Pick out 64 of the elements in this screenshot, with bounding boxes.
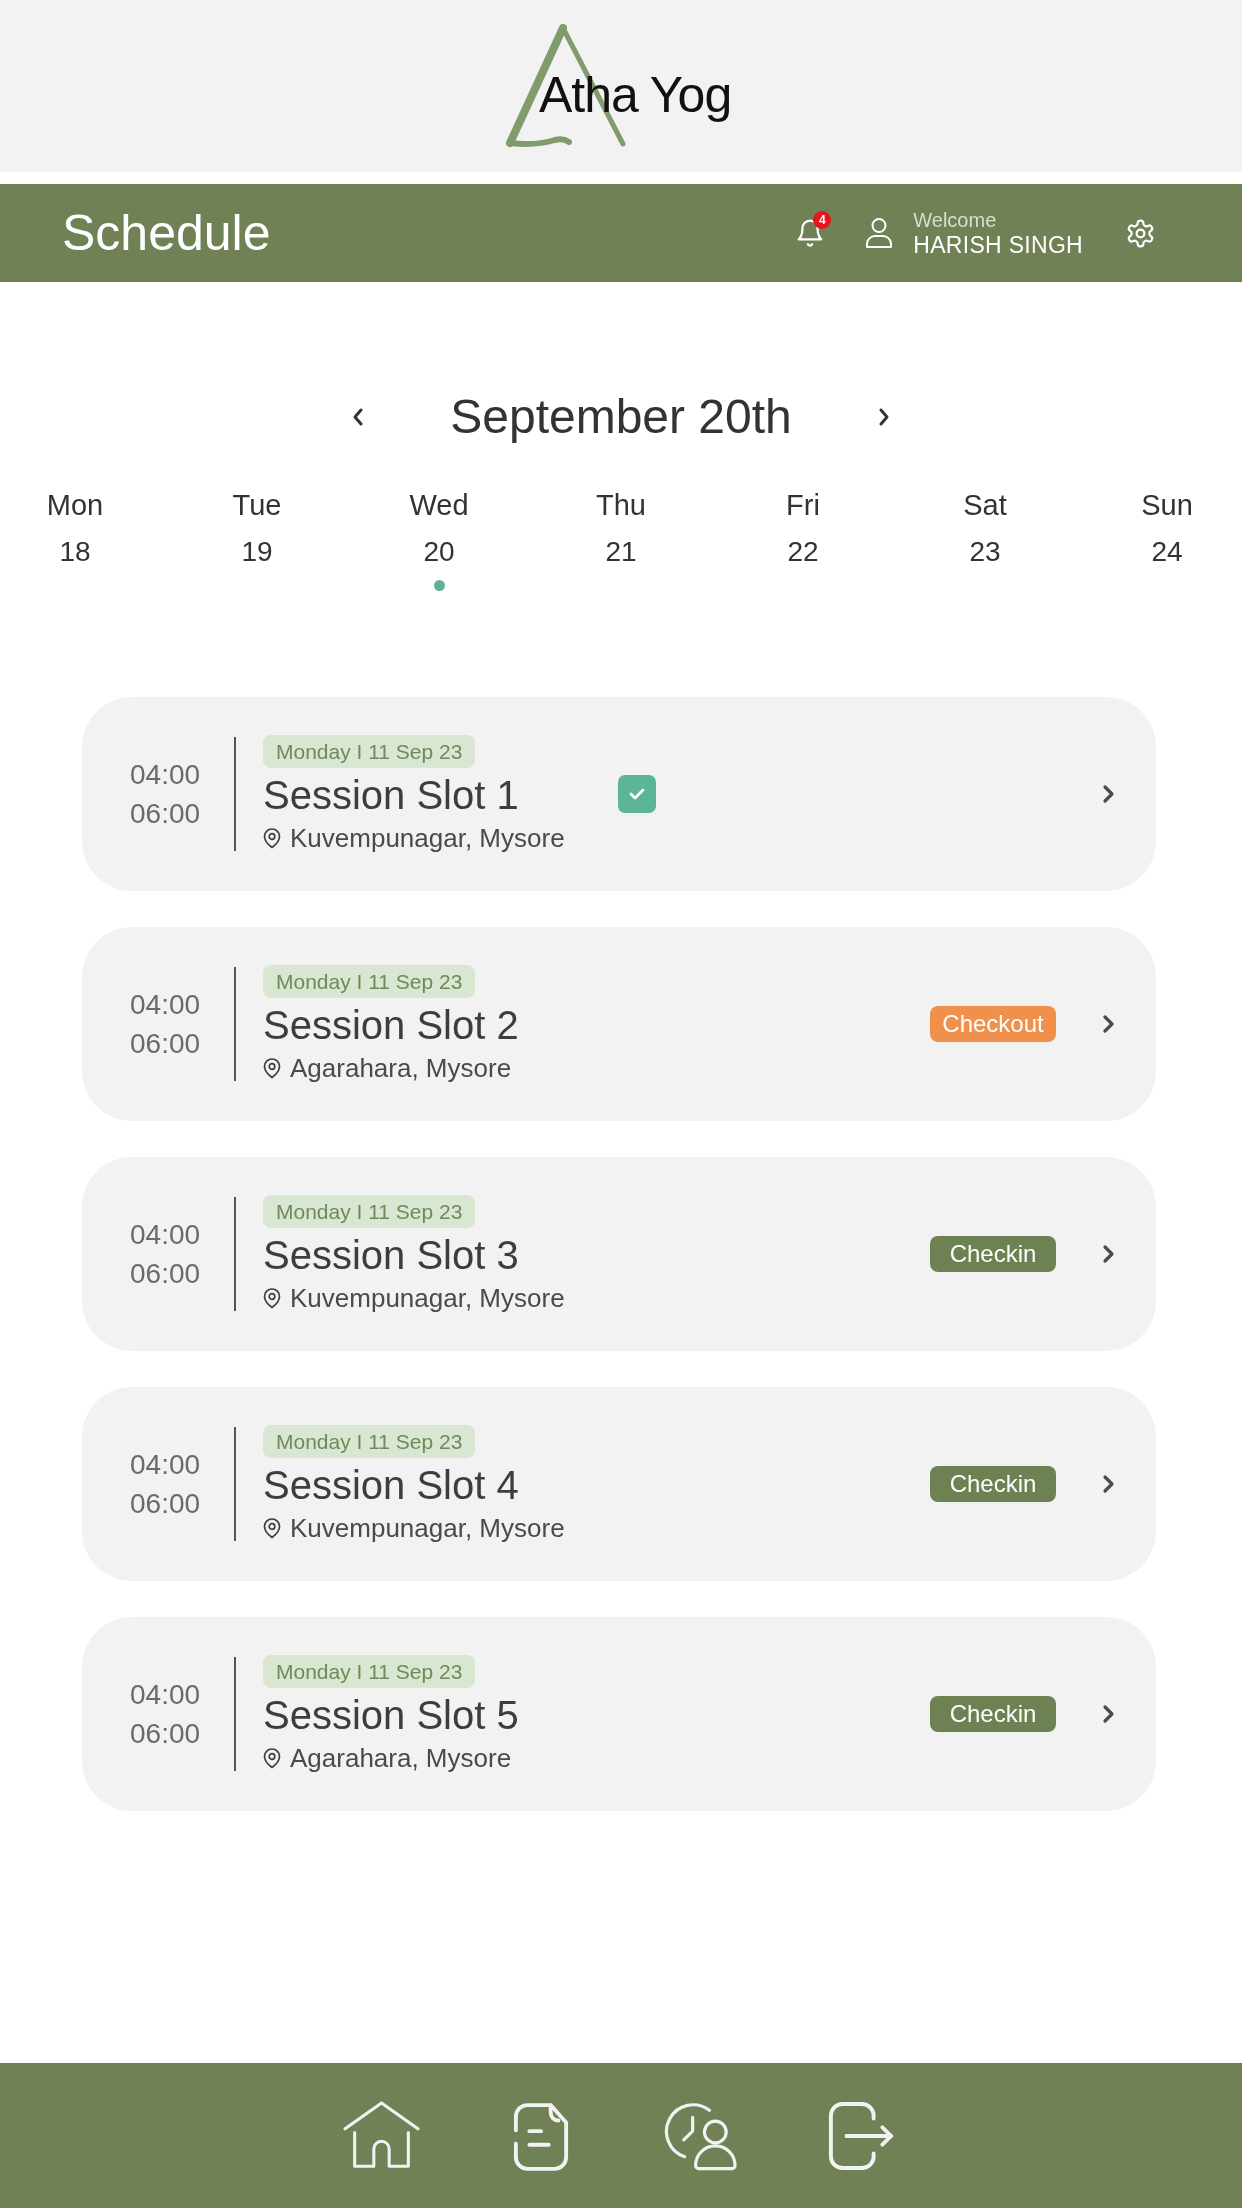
session-card[interactable]: 04:00 06:00 Monday I 11 Sep 23 Session Slot 3 Kuvempunagar, Mysore Checkin — [82, 1157, 1156, 1351]
session-title: Session Slot 3 — [263, 1233, 519, 1277]
start-time: 04:00 — [130, 1218, 202, 1252]
start-time: 04:00 — [130, 988, 202, 1022]
document-icon — [512, 2100, 570, 2171]
session-title: Session Slot 1 — [263, 773, 519, 817]
session-card[interactable]: 04:00 06:00 Monday I 11 Sep 23 Session Slot 5 Agarahara, Mysore Checkin — [82, 1617, 1156, 1811]
date-tag: Monday I 11 Sep 23 — [263, 1425, 476, 1458]
chevron-right-icon[interactable] — [1102, 1244, 1115, 1264]
location-pin-icon — [263, 1057, 281, 1079]
location-pin-icon — [263, 1747, 281, 1769]
action-button[interactable]: Checkin — [930, 1236, 1056, 1272]
day-button[interactable]: Thu 21 — [596, 487, 646, 570]
location-pin-icon — [263, 1517, 281, 1539]
session-title: Session Slot 2 — [263, 1003, 519, 1047]
action-button[interactable]: Checkin — [930, 1696, 1056, 1732]
date-tag: Monday I 11 Sep 23 — [263, 965, 476, 998]
notification-count: 4 — [813, 211, 832, 229]
day-button[interactable]: Wed 20 — [409, 487, 469, 570]
session-location: Agarahara, Mysore — [290, 1743, 512, 1773]
page-title: Schedule — [62, 208, 271, 258]
start-time: 04:00 — [130, 1448, 202, 1482]
user-icon[interactable] — [865, 217, 894, 249]
date-tag: Monday I 11 Sep 23 — [263, 1655, 476, 1688]
session-location: Kuvempunagar, Mysore — [290, 823, 565, 853]
day-button[interactable]: Tue 19 — [232, 487, 282, 570]
chevron-left-icon — [352, 407, 365, 427]
session-card[interactable]: 04:00 06:00 Monday I 11 Sep 23 Session Slot 1 Kuvempunagar, Mysore — [82, 697, 1156, 891]
date-tag: Monday I 11 Sep 23 — [263, 735, 476, 768]
chevron-right-icon[interactable] — [1102, 1474, 1115, 1494]
end-time: 06:00 — [130, 1487, 202, 1521]
date-tag: Monday I 11 Sep 23 — [263, 1195, 476, 1228]
day-button[interactable]: Mon 18 — [46, 487, 104, 570]
session-location: Agarahara, Mysore — [290, 1053, 512, 1083]
day-button[interactable]: Sun 24 — [1141, 487, 1193, 570]
date-title: September 20th — [450, 390, 792, 444]
chevron-right-icon — [877, 407, 890, 427]
start-time: 04:00 — [130, 758, 202, 792]
location-pin-icon — [263, 827, 281, 849]
chevron-right-icon[interactable] — [1102, 1014, 1115, 1034]
end-time: 06:00 — [130, 1027, 202, 1061]
day-button[interactable]: Sat 23 — [963, 487, 1007, 570]
session-location: Kuvempunagar, Mysore — [290, 1283, 565, 1313]
session-card[interactable]: 04:00 06:00 Monday I 11 Sep 23 Session Slot 4 Kuvempunagar, Mysore Checkin — [82, 1387, 1156, 1581]
session-card[interactable]: 04:00 06:00 Monday I 11 Sep 23 Session Slot 2 Agarahara, Mysore Checkout — [82, 927, 1156, 1121]
session-location: Kuvempunagar, Mysore — [290, 1513, 565, 1543]
user-name: HARISH SINGH — [913, 232, 1083, 258]
end-time: 06:00 — [130, 797, 202, 831]
settings-icon[interactable] — [1125, 217, 1156, 249]
location-pin-icon — [263, 1287, 281, 1309]
session-title: Session Slot 5 — [263, 1693, 519, 1737]
logout-icon — [827, 2100, 895, 2171]
chevron-right-icon[interactable] — [1102, 1704, 1115, 1724]
end-time: 06:00 — [130, 1257, 202, 1291]
welcome-label: Welcome — [913, 208, 998, 232]
checkbox[interactable] — [618, 775, 656, 813]
chevron-right-icon[interactable] — [1102, 784, 1115, 804]
checkmark-icon — [629, 788, 645, 800]
start-time: 04:00 — [130, 1678, 202, 1712]
end-time: 06:00 — [130, 1717, 202, 1751]
day-button[interactable]: Fri 22 — [786, 487, 820, 570]
session-title: Session Slot 4 — [263, 1463, 519, 1507]
home-icon — [342, 2101, 420, 2170]
action-button[interactable]: Checkin — [930, 1466, 1056, 1502]
